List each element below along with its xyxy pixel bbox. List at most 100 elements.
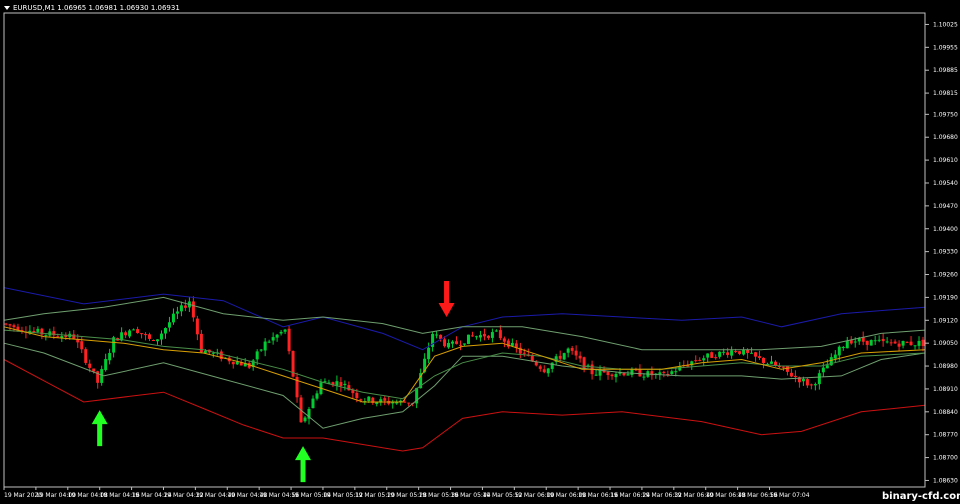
y-tick-label: 1.09885 [933, 67, 958, 74]
candle-body [606, 371, 610, 376]
candle-body [674, 371, 678, 373]
candle-body [574, 350, 578, 356]
candle-body [383, 398, 387, 401]
candle-body [403, 401, 407, 403]
candle-body [598, 370, 602, 376]
candle-body [156, 339, 159, 342]
candle-body [706, 353, 710, 358]
candle-body [311, 398, 315, 409]
candle-body [128, 330, 132, 337]
candle-body [793, 375, 797, 378]
candle-body [451, 341, 455, 344]
candle-body [175, 311, 179, 314]
candle-body [722, 351, 726, 353]
candle-body [901, 341, 905, 346]
candle-body [762, 357, 766, 364]
candle-body [789, 372, 793, 377]
candle-body [865, 340, 869, 345]
watermark: binary-cfd.com [882, 491, 960, 502]
candle-body [466, 334, 470, 344]
candle-body [877, 339, 881, 341]
candle-body [698, 359, 702, 361]
candle-body [84, 349, 88, 363]
candle-body [140, 333, 144, 335]
candle-body [191, 301, 195, 318]
candle-body [546, 368, 550, 374]
y-tick-label: 1.09955 [933, 44, 958, 51]
candle-body [283, 329, 287, 332]
candle-body [750, 352, 754, 354]
candle-body [339, 382, 343, 386]
candle-body [367, 396, 371, 401]
candle-body [885, 341, 889, 343]
candle-body [730, 350, 734, 356]
candle-body [171, 313, 175, 323]
candle-body [72, 334, 76, 339]
candle-body [770, 361, 773, 364]
candle-body [211, 352, 215, 354]
y-tick-label: 1.09400 [933, 226, 958, 233]
candle-body [463, 343, 466, 345]
candle-body [694, 360, 698, 362]
candle-body [817, 373, 821, 385]
candle-body [570, 348, 574, 351]
candle-body [108, 353, 112, 361]
candle-body [510, 342, 514, 346]
candle-body [718, 351, 722, 357]
y-tick-label: 1.08840 [933, 409, 958, 416]
candle-body [566, 348, 570, 353]
candle-body [670, 371, 674, 374]
candle-body [909, 341, 913, 346]
candle-body [263, 341, 267, 351]
candle-body [893, 341, 897, 344]
candle-body [443, 339, 447, 347]
candle-body [203, 350, 207, 353]
y-tick-label: 1.09120 [933, 317, 958, 324]
candle-body [4, 323, 8, 325]
chart-title: EURUSD,M1 1.06965 1.06981 1.06930 1.0693… [13, 4, 180, 12]
candle-body [8, 324, 12, 326]
candle-body [562, 353, 566, 360]
candle-body [738, 351, 742, 354]
candle-body [626, 374, 630, 376]
candle-body [231, 361, 235, 365]
candle-body [825, 365, 829, 369]
candle-body [594, 374, 598, 376]
candle-body [841, 346, 845, 348]
candle-body [407, 402, 411, 404]
candle-body [550, 362, 554, 369]
candle-body [88, 363, 92, 368]
candle-body [502, 338, 506, 342]
candle-body [279, 331, 283, 334]
candle-body [702, 358, 706, 361]
candle-body [259, 349, 263, 351]
chart-background [0, 0, 960, 504]
candle-body [56, 336, 60, 338]
candle-body [897, 343, 901, 347]
candle-body [714, 357, 718, 359]
candle-body [917, 340, 921, 346]
candle-body [92, 368, 96, 372]
candle-body [805, 379, 809, 386]
candle-body [455, 341, 459, 344]
candle-body [726, 352, 730, 355]
y-tick-label: 1.08770 [933, 432, 958, 439]
y-tick-label: 1.09260 [933, 272, 958, 279]
y-tick-label: 1.08910 [933, 386, 958, 393]
candle-body [447, 342, 451, 348]
candle-body [12, 325, 16, 328]
candle-body [124, 332, 128, 336]
y-tick-label: 1.09610 [933, 157, 958, 164]
candle-body [490, 332, 494, 338]
y-tick-label: 1.09750 [933, 111, 958, 118]
candle-body [152, 340, 156, 342]
candle-body [845, 341, 849, 349]
candle-body [833, 354, 837, 359]
candle-body [470, 335, 474, 337]
y-tick-label: 1.09680 [933, 134, 958, 141]
price-chart[interactable]: EURUSD,M1 1.06965 1.06981 1.06930 1.0693… [0, 0, 960, 504]
candle-body [132, 329, 136, 331]
candle-body [80, 341, 84, 350]
candle-body [558, 355, 562, 359]
candle-body [785, 366, 789, 372]
